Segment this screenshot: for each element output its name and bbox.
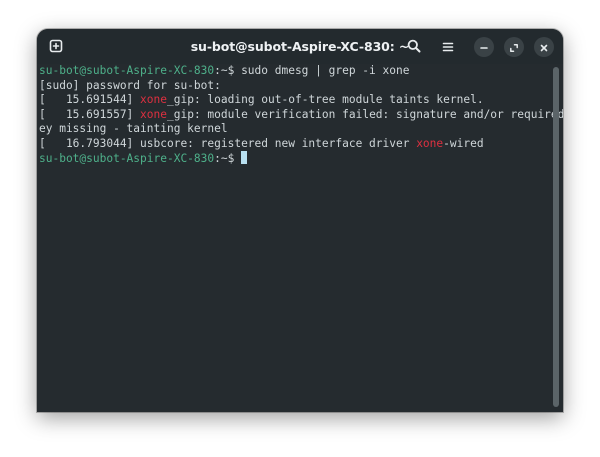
new-tab-icon <box>49 38 63 57</box>
menu-button[interactable] <box>438 37 458 57</box>
terminal-line: [ 15.691557] xone_gip: module verificati… <box>39 107 563 123</box>
grep-match-text: xone <box>140 93 167 106</box>
terminal-text: [ 15.691557] <box>39 107 141 121</box>
terminal-text: :~$ sudo dmesg | grep -i xone <box>214 64 410 77</box>
hamburger-menu-icon <box>442 38 454 57</box>
terminal-line: su-bot@subot-Aspire-XC-830:~$ <box>39 151 551 166</box>
terminal-line: ey missing - tainting kernel <box>39 122 551 137</box>
terminal-text: [ 15.691544] <box>39 93 141 106</box>
terminal-text: :~$ <box>214 152 242 165</box>
minimize-icon <box>479 38 489 57</box>
maximize-icon <box>509 38 519 57</box>
maximize-button[interactable] <box>504 37 524 57</box>
text-cursor <box>241 151 248 164</box>
terminal-text: _gip: module verification failed: signat… <box>167 107 563 121</box>
terminal-text: [sudo] password for su-bot: <box>39 78 221 92</box>
prompt-user-host: su-bot@subot-Aspire-XC-830 <box>39 152 215 165</box>
terminal-output[interactable]: su-bot@subot-Aspire-XC-830:~$ sudo dmesg… <box>39 64 563 409</box>
close-button[interactable] <box>534 37 554 57</box>
grep-match-text: xone <box>416 136 444 150</box>
search-button[interactable] <box>404 37 424 57</box>
terminal-line: [ 15.691544] xone_gip: loading out-of-tr… <box>39 93 551 108</box>
terminal-line: [ 16.793044] usbcore: registered new int… <box>39 137 551 152</box>
terminal-text: [ 16.793044] usbcore: registered new int… <box>39 136 417 150</box>
new-tab-button[interactable] <box>45 36 67 58</box>
terminal-line: [sudo] password for su-bot: <box>39 79 551 94</box>
terminal-text: -wired <box>443 136 484 150</box>
scrollbar[interactable] <box>553 67 559 407</box>
terminal-text: _gip: loading out-of-tree module taints … <box>167 93 484 106</box>
close-icon <box>539 38 549 57</box>
terminal-window: su-bot@subot-Aspire-XC-830: ~ su-bot@sub… <box>37 29 563 412</box>
grep-match-text: xone <box>140 107 167 121</box>
title-bar[interactable]: su-bot@subot-Aspire-XC-830: ~ <box>37 29 563 64</box>
terminal-line: su-bot@subot-Aspire-XC-830:~$ sudo dmesg… <box>39 64 551 79</box>
terminal-text: ey missing - tainting kernel <box>39 122 228 135</box>
prompt-user-host: su-bot@subot-Aspire-XC-830 <box>39 64 215 77</box>
search-icon <box>407 38 421 57</box>
minimize-button[interactable] <box>474 37 494 57</box>
